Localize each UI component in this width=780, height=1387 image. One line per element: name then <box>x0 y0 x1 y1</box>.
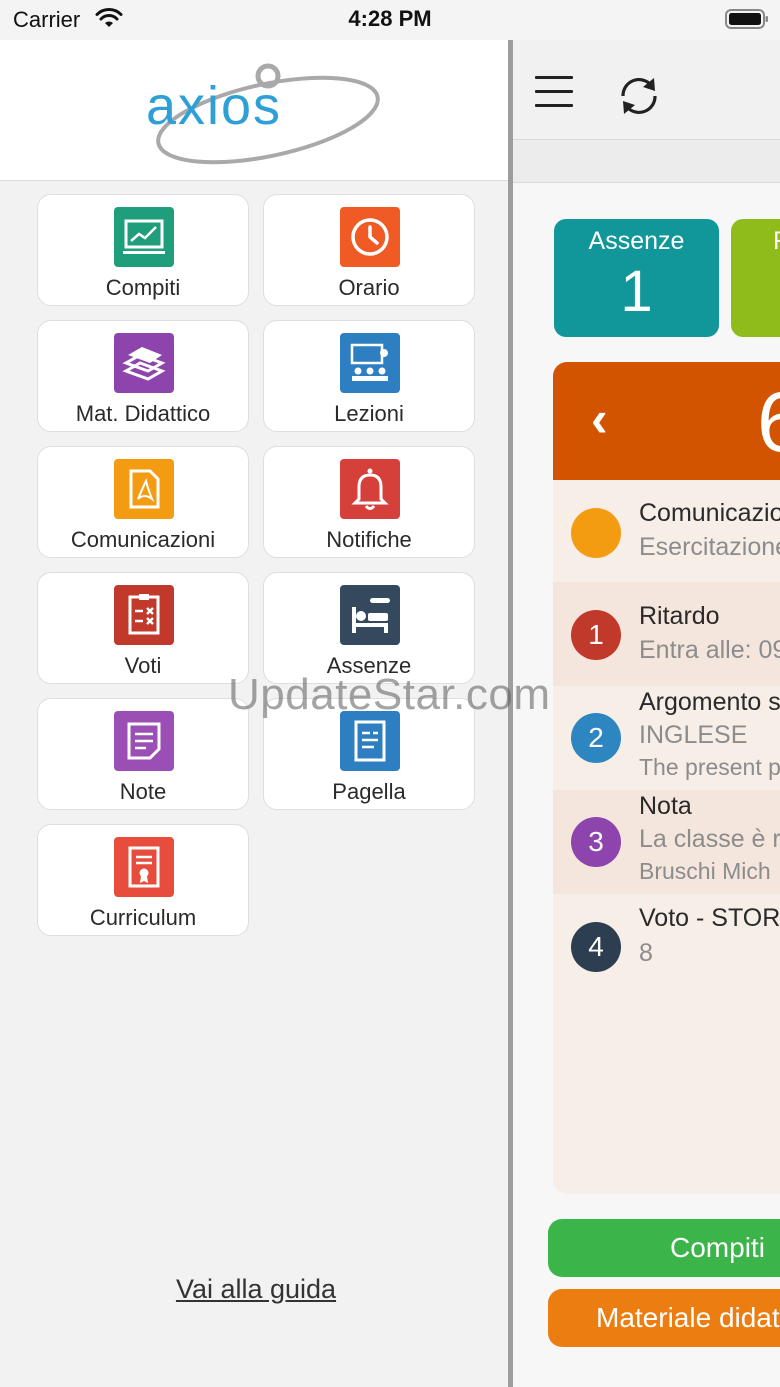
guide-link[interactable]: Vai alla guida <box>0 1274 512 1305</box>
watermark: UpdateStar.com <box>228 670 551 719</box>
tile-label: Notifiche <box>326 527 412 552</box>
event-badge: 1 <box>571 610 621 660</box>
stat-title: R <box>731 227 780 256</box>
tile-label: Note <box>119 779 167 804</box>
bed-thermometer-icon <box>340 585 400 645</box>
pdf-document-icon <box>114 459 174 519</box>
status-bar: Carrier 4:28 PM <box>0 0 780 40</box>
event-title: Voto - STOR <box>639 904 780 932</box>
classroom-icon <box>340 333 400 393</box>
tile-compiti[interactable]: Compiti <box>37 194 249 306</box>
main-content: Assenze 1 R ‹ 6 Comunicazioni Esercitazi… <box>513 40 780 1387</box>
clock-icon <box>340 207 400 267</box>
event-badge <box>571 508 621 558</box>
day-panel: ‹ 6 Comunicazioni Esercitazione 1 Ritard… <box>553 362 780 1194</box>
certificate-icon <box>114 837 174 897</box>
books-icon <box>114 333 174 393</box>
tile-note[interactable]: Note <box>37 698 249 810</box>
dashboard: Assenze 1 R ‹ 6 Comunicazioni Esercitazi… <box>513 183 780 1387</box>
event-item[interactable]: 4 Voto - STOR 8 <box>553 894 780 998</box>
tile-label: Mat. Didattico <box>75 401 211 426</box>
event-item[interactable]: 2 Argomento s INGLESE The present p <box>553 686 780 790</box>
event-item[interactable]: 3 Nota La classe è r Bruschi Mich <box>553 790 780 894</box>
event-subtitle: Esercitazione <box>639 533 780 561</box>
event-title: Nota <box>639 792 692 820</box>
stat-card-next[interactable]: R <box>731 219 780 337</box>
event-title: Comunicazioni <box>639 499 780 527</box>
axios-logo: axios <box>146 63 380 165</box>
tile-mat-didattico[interactable]: Mat. Didattico <box>37 320 249 432</box>
report-card-icon <box>340 711 400 771</box>
event-badge: 3 <box>571 817 621 867</box>
clock-time: 4:28 PM <box>348 6 432 31</box>
day-number: 6 <box>757 374 780 471</box>
event-subtitle: La classe è r <box>639 825 780 853</box>
day-header: ‹ 6 <box>553 362 780 480</box>
refresh-icon[interactable] <box>613 70 665 122</box>
tile-label: Comunicazioni <box>70 527 216 552</box>
tile-label: Pagella <box>332 779 406 804</box>
tile-label: Compiti <box>105 275 181 300</box>
event-subtitle: INGLESE <box>639 721 748 749</box>
event-title: Ritardo <box>639 602 720 630</box>
event-item[interactable]: 1 Ritardo Entra alle: 09 <box>553 582 780 686</box>
tile-lezioni[interactable]: Lezioni <box>263 320 475 432</box>
top-toolbar <box>513 40 780 140</box>
tile-curriculum[interactable]: Curriculum <box>37 824 249 936</box>
event-badge: 2 <box>571 713 621 763</box>
event-title: Argomento s <box>639 688 780 716</box>
materiale-didattico-button[interactable]: Materiale didattico <box>548 1289 780 1347</box>
compiti-button[interactable]: Compiti <box>548 1219 780 1277</box>
grades-clipboard-icon <box>114 585 174 645</box>
tile-label: Voti <box>124 653 162 678</box>
stat-title: Assenze <box>588 227 685 255</box>
tile-voti[interactable]: Voti <box>37 572 249 684</box>
tile-label: Lezioni <box>334 401 404 426</box>
event-subtitle: 8 <box>639 939 653 967</box>
sub-toolbar <box>513 140 780 183</box>
tile-assenze[interactable]: Assenze <box>263 572 475 684</box>
hamburger-menu-icon[interactable] <box>535 76 573 110</box>
tile-label: Orario <box>338 275 400 300</box>
chevron-left-icon[interactable]: ‹ <box>591 390 608 448</box>
whiteboard-chart-icon <box>114 207 174 267</box>
event-detail: The present p <box>639 754 780 780</box>
note-icon <box>114 711 174 771</box>
drawer-header: axios <box>0 40 508 181</box>
event-detail: Bruschi Mich <box>639 858 771 884</box>
battery-icon <box>725 9 768 29</box>
tile-notifiche[interactable]: Notifiche <box>263 446 475 558</box>
svg-text:axios: axios <box>146 76 282 136</box>
tile-comunicazioni[interactable]: Comunicazioni <box>37 446 249 558</box>
stat-value: 1 <box>620 259 653 324</box>
stat-card-assenze[interactable]: Assenze 1 <box>554 219 719 337</box>
tile-label: Curriculum <box>89 905 197 930</box>
event-badge: 4 <box>571 922 621 972</box>
event-item[interactable]: Comunicazioni Esercitazione <box>553 480 780 582</box>
bell-icon <box>340 459 400 519</box>
tile-orario[interactable]: Orario <box>263 194 475 306</box>
event-subtitle: Entra alle: 09 <box>639 636 780 664</box>
